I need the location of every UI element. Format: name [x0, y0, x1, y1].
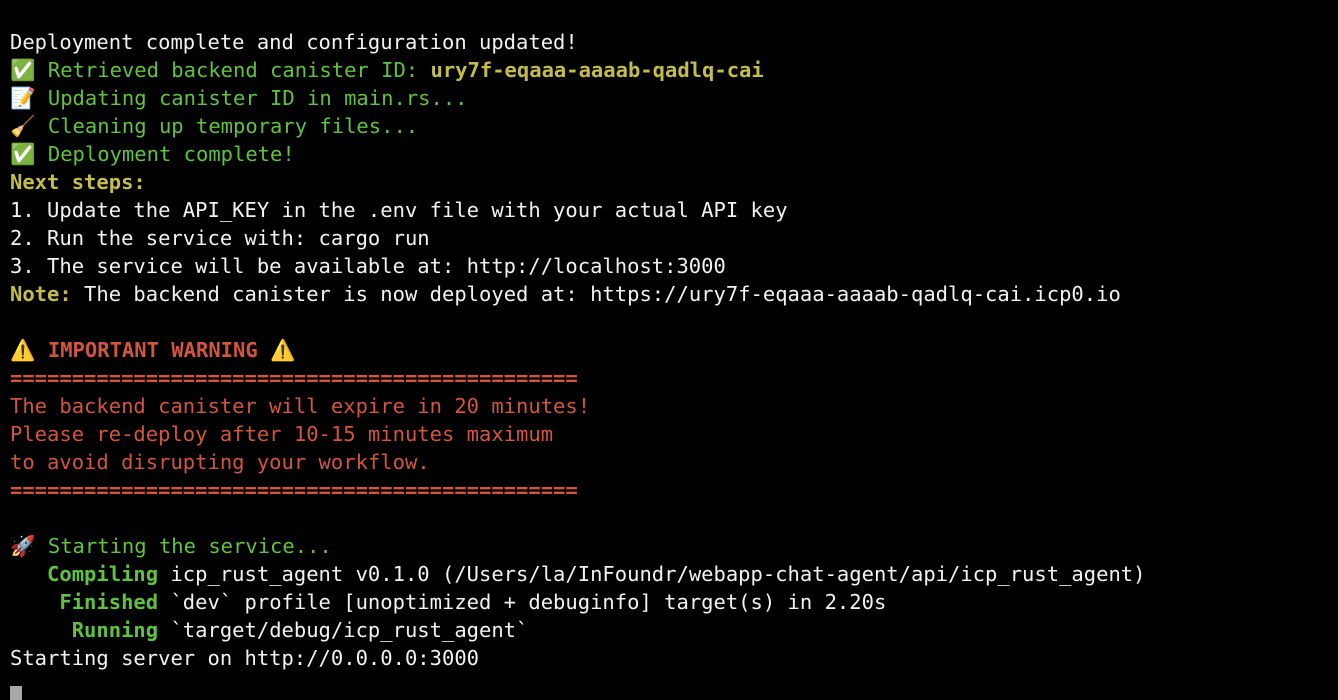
line-text: The backend canister is now deployed at:… [71, 282, 1121, 306]
terminal-line: Please re-deploy after 10-15 minutes max… [10, 420, 1338, 448]
line-text: 1. Update the API_KEY in the .env file w… [10, 198, 788, 222]
running-label: Running [10, 618, 159, 642]
canister-id: ury7f-eqaaa-aaaab-qadlq-cai [430, 58, 764, 82]
terminal-line: The backend canister will expire in 20 m… [10, 392, 1338, 420]
broom-icon: 🧹 [10, 114, 36, 138]
terminal-line: to avoid disrupting your workflow. [10, 448, 1338, 476]
terminal-line: 🚀 Starting the service... [10, 532, 1338, 560]
terminal-line: 🧹 Cleaning up temporary files... [10, 112, 1338, 140]
terminal-line: Compiling icp_rust_agent v0.1.0 (/Users/… [10, 560, 1338, 588]
line-text: Updating canister ID in main.rs... [35, 86, 468, 110]
line-text: Starting the service... [35, 534, 332, 558]
terminal-line: 3. The service will be available at: htt… [10, 252, 1338, 280]
line-text: Please re-deploy after 10-15 minutes max… [10, 422, 554, 446]
separator-line: ========================================… [10, 476, 1338, 504]
line-text: Retrieved backend canister ID: [35, 58, 431, 82]
line-text: Deployment complete! [35, 142, 295, 166]
line-text: icp_rust_agent v0.1.0 (/Users/la/InFound… [158, 562, 1146, 586]
line-text: to avoid disrupting your workflow. [10, 450, 430, 474]
terminal-line: Finished `dev` profile [unoptimized + de… [10, 588, 1338, 616]
line-text: The backend canister will expire in 20 m… [10, 394, 591, 418]
line-text: ========================================… [10, 366, 578, 390]
separator-line: ========================================… [10, 364, 1338, 392]
terminal-line: ✅ Deployment complete! [10, 140, 1338, 168]
line-text: Cleaning up temporary files... [35, 114, 419, 138]
check-icon: ✅ [10, 58, 36, 82]
prompt-line[interactable] [10, 672, 1338, 700]
terminal-cursor [10, 686, 22, 700]
finished-label: Finished [10, 590, 159, 614]
check-icon: ✅ [10, 142, 36, 166]
line-text: Deployment complete and configuration up… [10, 30, 578, 54]
terminal-line: Deployment complete and configuration up… [10, 28, 1338, 56]
terminal-line: Starting server on http://0.0.0.0:3000 [10, 644, 1338, 672]
terminal-line: 2. Run the service with: cargo run [10, 224, 1338, 252]
warning-title: IMPORTANT WARNING [35, 338, 271, 362]
memo-icon: 📝 [10, 86, 36, 110]
line-text: `dev` profile [unoptimized + debuginfo] … [158, 590, 887, 614]
terminal-window[interactable]: Deployment complete and configuration up… [0, 0, 1338, 700]
warning-icon: ⚠️ [270, 338, 296, 362]
note-label: Note: [10, 282, 72, 306]
terminal-line: Running `target/debug/icp_rust_agent` [10, 616, 1338, 644]
line-text: `target/debug/icp_rust_agent` [158, 618, 529, 642]
terminal-line: Note: The backend canister is now deploy… [10, 280, 1338, 308]
rocket-icon: 🚀 [10, 534, 36, 558]
line-text: Starting server on http://0.0.0.0:3000 [10, 646, 479, 670]
terminal-line: ⚠️ IMPORTANT WARNING ⚠️ [10, 336, 1338, 364]
terminal-line: ✅ Retrieved backend canister ID: ury7f-e… [10, 56, 1338, 84]
next-steps-heading: Next steps: [10, 170, 146, 194]
terminal-line: Next steps: [10, 168, 1338, 196]
line-text: 3. The service will be available at: htt… [10, 254, 726, 278]
terminal-line: 1. Update the API_KEY in the .env file w… [10, 196, 1338, 224]
line-text: ========================================… [10, 478, 578, 502]
warning-icon: ⚠️ [10, 338, 36, 362]
line-text: 2. Run the service with: cargo run [10, 226, 430, 250]
terminal-line: 📝 Updating canister ID in main.rs... [10, 84, 1338, 112]
compiling-label: Compiling [10, 562, 159, 586]
